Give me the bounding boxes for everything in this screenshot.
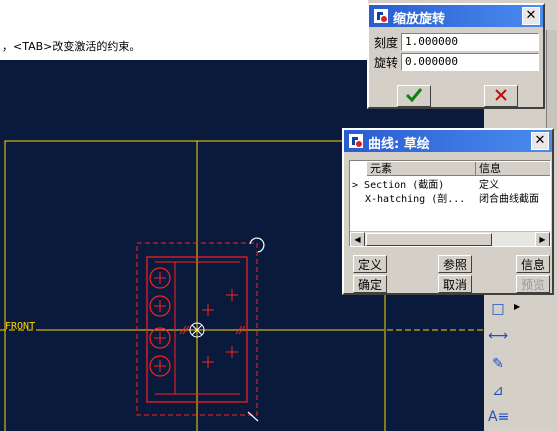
info-button[interactable]: 信息 xyxy=(516,255,550,273)
curve-dialog-titlebar[interactable]: 曲线: 草绘 ✕ xyxy=(344,130,552,152)
ok-button[interactable] xyxy=(397,85,431,107)
message-text: ，<TAB>改变激活的约束。 xyxy=(2,40,141,53)
column-header-element[interactable]: 元素 xyxy=(367,162,476,176)
app-icon xyxy=(349,134,363,148)
curve-sketch-dialog: 曲线: 草绘 ✕ 元素 信息 > Section (截面) 定义 X-hatch… xyxy=(342,128,554,295)
preview-button: 预览 xyxy=(516,275,550,293)
reference-button[interactable]: 参照 xyxy=(438,255,472,273)
dialog-title: 缩放旋转 xyxy=(393,12,446,27)
rotate-label: 旋转 xyxy=(374,56,399,70)
toolbar-scrollbar[interactable] xyxy=(546,30,557,130)
tree-row-arrow-icon: > xyxy=(352,180,365,191)
column-header-info[interactable]: 信息 xyxy=(476,162,550,176)
scale-label: 刻度 xyxy=(374,36,399,50)
edit-dimension-icon[interactable]: ✎ xyxy=(488,355,508,373)
row-element[interactable]: X-hatching (剖... xyxy=(365,193,465,207)
scale-field[interactable]: 1.000000 xyxy=(401,33,539,51)
close-button[interactable]: ✕ xyxy=(531,132,549,150)
scroll-right-icon[interactable]: ▶ xyxy=(535,232,550,246)
cancel-button[interactable]: 取消 xyxy=(438,275,472,293)
scroll-left-icon[interactable]: ◀ xyxy=(350,232,365,246)
row-info: 定义 xyxy=(479,180,499,191)
row-info: 闭合曲线截面 xyxy=(479,194,539,205)
cancel-button[interactable] xyxy=(484,85,518,107)
cross-icon xyxy=(495,89,507,101)
modify-icon[interactable]: ⊿ xyxy=(488,382,508,400)
app-icon xyxy=(374,9,388,23)
sketch-markers xyxy=(154,272,246,372)
rotate-field[interactable]: 0.000000 xyxy=(401,53,539,71)
tree-row[interactable]: > Section (截面) xyxy=(352,179,444,193)
scale-rotate-titlebar[interactable]: 缩放旋转 ✕ xyxy=(369,5,543,27)
checkmark-icon xyxy=(405,88,423,103)
front-datum-label: FRONT xyxy=(5,321,36,332)
text-icon[interactable]: A≡ xyxy=(488,408,509,426)
dimension-icon[interactable]: ⟷ xyxy=(488,327,508,345)
horizontal-scrollbar[interactable]: ◀ ▶ xyxy=(350,231,550,246)
confirm-button[interactable]: 确定 xyxy=(353,275,387,293)
message-area xyxy=(0,0,368,30)
define-button[interactable]: 定义 xyxy=(353,255,387,273)
row-element: Section (截面) xyxy=(364,180,445,191)
square-icon[interactable]: □ xyxy=(488,300,508,318)
close-icon: ✕ xyxy=(525,8,537,23)
expand-arrow-icon[interactable]: ▶ xyxy=(514,302,520,311)
element-tree[interactable]: 元素 信息 > Section (截面) 定义 X-hatching (剖...… xyxy=(349,160,551,247)
scroll-thumb[interactable] xyxy=(366,233,492,246)
datum-plane-frame xyxy=(4,140,386,431)
dialog-title: 曲线: 草绘 xyxy=(368,137,430,152)
scale-rotate-dialog: 缩放旋转 ✕ 刻度 1.000000 旋转 0.000000 xyxy=(367,3,545,109)
close-button[interactable]: ✕ xyxy=(522,7,540,25)
close-icon: ✕ xyxy=(534,133,546,148)
